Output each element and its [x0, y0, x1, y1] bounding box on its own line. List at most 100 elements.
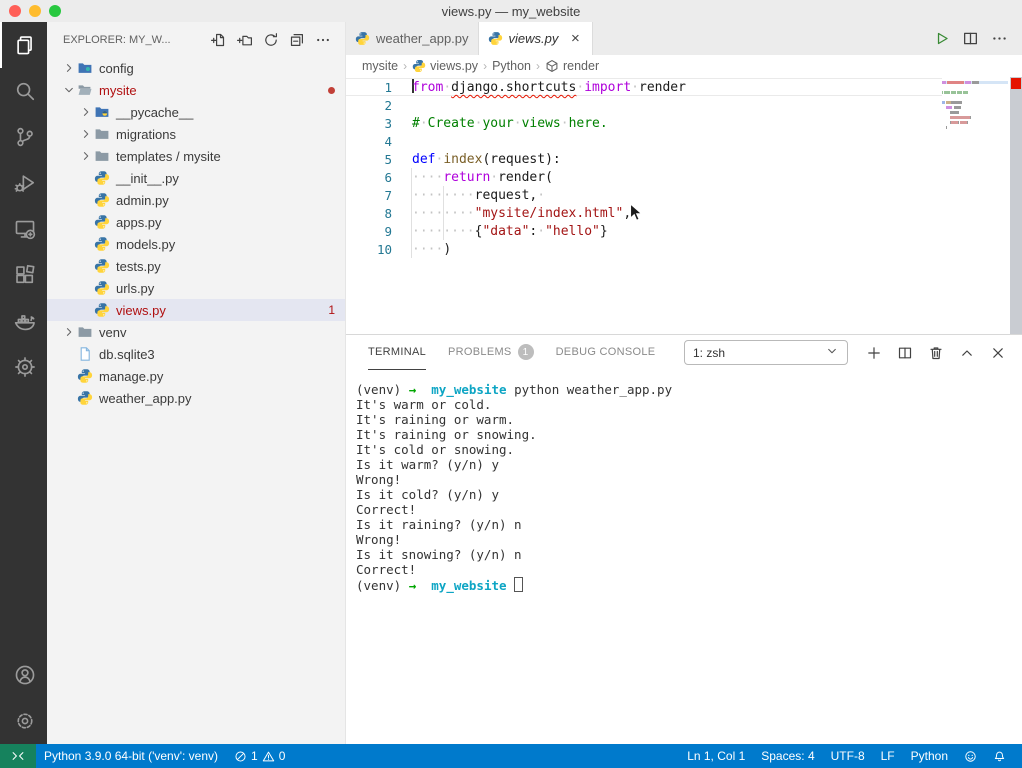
tree-item-init-py[interactable]: __init__.py [47, 167, 345, 189]
tree-item-views-py[interactable]: views.py 1 [47, 299, 345, 321]
close-tab-button[interactable]: × [567, 30, 583, 47]
tree-item-manage-py[interactable]: manage.py [47, 365, 345, 387]
maximize-window-button[interactable] [49, 5, 61, 17]
code-line-1: 1 from·django.shortcuts·import·render [346, 78, 942, 96]
breadcrumb-item-views-py[interactable]: views.py [412, 59, 478, 73]
terminal-line: Is it raining? (y/n) n [356, 517, 522, 532]
chevron-right-icon [78, 105, 94, 119]
status-encoding[interactable]: UTF-8 [823, 744, 873, 768]
activity-item-search[interactable] [0, 68, 47, 114]
run-python-file-button[interactable] [933, 30, 950, 47]
activity-item-docker[interactable] [0, 298, 47, 344]
tab-label: views.py [508, 31, 559, 46]
breadcrumb-item-render[interactable]: render [545, 59, 599, 73]
overview-error-marker [1011, 78, 1021, 89]
explorer-actions [208, 29, 333, 50]
python-icon [94, 236, 115, 252]
terminal-line: Correct! [356, 502, 417, 517]
tree-item-templates-mysite[interactable]: templates / mysite [47, 145, 345, 167]
window-title: views.py — my_website [441, 3, 581, 19]
maximize-panel-button[interactable] [959, 345, 975, 361]
minimize-window-button[interactable] [29, 5, 41, 17]
status-notifications[interactable] [985, 744, 1014, 768]
tab-weather-app-py[interactable]: weather_app.py [346, 22, 479, 55]
tree-item-apps-py[interactable]: apps.py [47, 211, 345, 233]
activity-item-extensions[interactable] [0, 252, 47, 298]
code-line-3: 3 #·Create·your·views·here. [346, 114, 942, 132]
line-number: 9 [384, 223, 392, 239]
new-file-icon [210, 32, 227, 48]
tree-item-config[interactable]: config [47, 57, 345, 79]
tree-item-pycache[interactable]: __pycache__ [47, 101, 345, 123]
status-feedback[interactable] [956, 744, 985, 768]
tree-item-weather-app-py[interactable]: weather_app.py [47, 387, 345, 409]
terminal-output[interactable]: (venv) → my_website python weather_app.p… [346, 370, 1022, 744]
terminal-shell-select[interactable]: 1: zsh [684, 340, 848, 365]
tree-item-mysite[interactable]: mysite [47, 79, 345, 101]
tree-item-label: apps.py [116, 214, 162, 230]
status-label: UTF-8 [830, 749, 865, 763]
line-number: 5 [384, 151, 392, 167]
activity-item-settings[interactable] [0, 698, 47, 744]
status-problems-summary[interactable]: 10 [226, 744, 293, 768]
line-number: 7 [384, 187, 392, 203]
breadcrumb-item-python[interactable]: Python [492, 59, 531, 73]
chevron-down-icon [61, 83, 77, 97]
breadcrumb-item-mysite[interactable]: mysite [362, 59, 398, 73]
python-icon [77, 368, 98, 384]
editor-scrollbar[interactable] [1010, 77, 1022, 334]
refresh-icon [263, 32, 279, 48]
remote-indicator[interactable] [0, 744, 36, 768]
status-language-mode[interactable]: Python [903, 744, 956, 768]
activity-item-explorer[interactable] [0, 22, 47, 68]
status-cursor-position[interactable]: Ln 1, Col 1 [679, 744, 753, 768]
terminal-cursor [514, 577, 524, 592]
tab-views-py[interactable]: views.py × [478, 22, 594, 55]
code-editor[interactable]: 1 from·django.shortcuts·import·render 2 3 #·… [346, 77, 1022, 334]
editor-tab-bar: weather_app.py views.py × [346, 22, 1022, 55]
tree-item-db-sqlite3[interactable]: db.sqlite3 [47, 343, 345, 365]
collapse-folders-button[interactable] [286, 29, 307, 50]
collapse-all-icon [289, 32, 305, 48]
python-icon [94, 214, 115, 230]
panel-tab-terminal[interactable]: TERMINAL [368, 335, 427, 370]
close-panel-button[interactable] [990, 345, 1006, 361]
tree-item-admin-py[interactable]: admin.py [47, 189, 345, 211]
traffic-lights [0, 5, 61, 17]
status-eol-sequence[interactable]: LF [873, 744, 903, 768]
minimap[interactable] [942, 81, 1008, 131]
refresh-explorer-button[interactable] [260, 29, 281, 50]
minimap-line [942, 121, 1008, 124]
tree-item-urls-py[interactable]: urls.py [47, 277, 345, 299]
tree-item-migrations[interactable]: migrations [47, 123, 345, 145]
run-debug-icon [14, 172, 36, 194]
breadcrumb-separator: › [535, 59, 540, 73]
split-terminal-button[interactable] [897, 345, 913, 361]
tree-item-models-py[interactable]: models.py [47, 233, 345, 255]
kill-terminal-button[interactable] [928, 345, 944, 361]
more-actions-button[interactable] [991, 30, 1008, 47]
breadcrumb-label: Python [492, 59, 531, 73]
new-folder-button[interactable] [234, 29, 255, 50]
activity-item-run-debug[interactable] [0, 160, 47, 206]
activity-item-remote-explorer[interactable] [0, 206, 47, 252]
activity-item-accounts[interactable] [0, 652, 47, 698]
status-python-interpreter[interactable]: Python 3.9.0 64-bit ('venv': venv) [36, 744, 226, 768]
terminal-line: Correct! [356, 562, 417, 577]
activity-item-source-control[interactable] [0, 114, 47, 160]
terminal-shell-value: 1: zsh [693, 345, 726, 360]
split-editor-button[interactable] [962, 30, 979, 47]
close-window-button[interactable] [9, 5, 21, 17]
status-label: LF [880, 749, 895, 763]
python-icon [94, 170, 115, 186]
tree-item-venv[interactable]: venv [47, 321, 345, 343]
activity-item-wheel[interactable] [0, 344, 47, 390]
views-and-more-actions-button[interactable] [312, 29, 333, 50]
tree-item-tests-py[interactable]: tests.py [47, 255, 345, 277]
new-file-button[interactable] [208, 29, 229, 50]
new-terminal-button[interactable] [866, 345, 882, 361]
status-label: Python 3.9.0 64-bit ('venv': venv) [44, 749, 219, 763]
panel-tab-debug-console[interactable]: DEBUG CONSOLE [556, 335, 656, 370]
panel-tab-problems[interactable]: PROBLEMS 1 [448, 335, 534, 370]
status-indentation[interactable]: Spaces: 4 [753, 744, 822, 768]
